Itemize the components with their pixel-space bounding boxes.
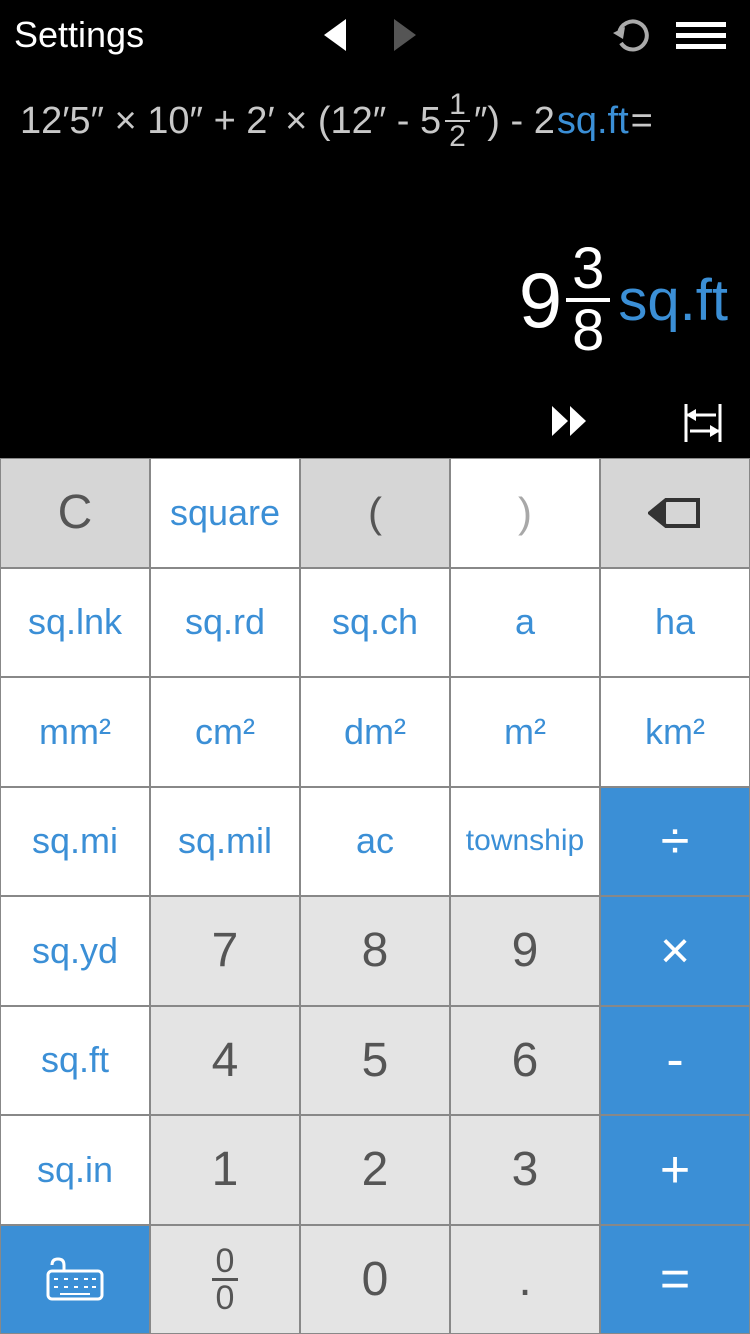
key-5[interactable]: 5 <box>300 1006 450 1116</box>
key-ha[interactable]: ha <box>600 568 750 678</box>
settings-button[interactable]: Settings <box>14 14 144 56</box>
key-equals[interactable]: = <box>600 1225 750 1334</box>
key-dot[interactable]: . <box>450 1225 600 1334</box>
key-sqch[interactable]: sq.ch <box>300 568 450 678</box>
expression: 12′5″ × 10″ + 2′ × (12″ - 5 1 2 ″) - 2 s… <box>20 90 730 152</box>
swap-button[interactable] <box>680 404 726 442</box>
triangle-left-icon <box>324 19 346 51</box>
key-sqrd[interactable]: sq.rd <box>150 568 300 678</box>
key-clear[interactable]: C <box>0 458 150 568</box>
expr-frac-num: 1 <box>445 90 470 122</box>
result: 9 3 8 sq.ft <box>519 240 728 360</box>
key-fraction[interactable]: 0 0 <box>150 1225 300 1334</box>
hamburger-icon <box>676 20 726 50</box>
key-sqin[interactable]: sq.in <box>0 1115 150 1225</box>
key-sqlnk[interactable]: sq.lnk <box>0 568 150 678</box>
key-km2[interactable]: km² <box>600 677 750 787</box>
expr-part2: ″) - 2 <box>474 100 555 143</box>
result-unit: sq.ft <box>618 267 728 334</box>
key-a[interactable]: a <box>450 568 600 678</box>
key-plus[interactable]: + <box>600 1115 750 1225</box>
result-frac-num: 3 <box>566 240 610 302</box>
backspace-icon <box>648 496 702 530</box>
key-township[interactable]: township <box>450 787 600 897</box>
key-dm2[interactable]: dm² <box>300 677 450 787</box>
key-left-paren[interactable]: ( <box>300 458 450 568</box>
key-sqft[interactable]: sq.ft <box>0 1006 150 1116</box>
keyboard-icon <box>46 1257 104 1301</box>
expr-fraction: 1 2 <box>445 90 470 152</box>
calculator-app: Settings 12′5″ × 10″ + 2′ × (12″ - 5 <box>0 0 750 1334</box>
key-minus[interactable]: - <box>600 1006 750 1116</box>
expr-frac-den: 2 <box>445 122 470 152</box>
fraction-icon: 0 0 <box>212 1244 239 1315</box>
keypad: C square ( ) sq.lnk sq.rd sq.ch a ha mm²… <box>0 458 750 1334</box>
expr-part1: 12′5″ × 10″ + 2′ × (12″ - 5 <box>20 100 441 143</box>
topbar: Settings <box>0 0 750 70</box>
key-mm2[interactable]: mm² <box>0 677 150 787</box>
result-whole: 9 <box>519 255 562 346</box>
key-keyboard[interactable] <box>0 1225 150 1334</box>
key-9[interactable]: 9 <box>450 896 600 1006</box>
expr-unit: sq.ft <box>557 100 629 143</box>
key-multiply[interactable]: × <box>600 896 750 1006</box>
key-8[interactable]: 8 <box>300 896 450 1006</box>
key-right-paren[interactable]: ) <box>450 458 600 568</box>
key-0[interactable]: 0 <box>300 1225 450 1334</box>
undo-icon <box>609 13 653 57</box>
result-frac-den: 8 <box>566 302 610 360</box>
nav-right-button[interactable] <box>370 19 440 51</box>
key-square[interactable]: square <box>150 458 300 568</box>
key-divide[interactable]: ÷ <box>600 787 750 897</box>
key-sqyd[interactable]: sq.yd <box>0 896 150 1006</box>
key-cm2[interactable]: cm² <box>150 677 300 787</box>
frac-icon-bot: 0 <box>212 1281 239 1315</box>
key-7[interactable]: 7 <box>150 896 300 1006</box>
key-backspace[interactable] <box>600 458 750 568</box>
triangle-right-icon <box>394 19 416 51</box>
display-area: 12′5″ × 10″ + 2′ × (12″ - 5 1 2 ″) - 2 s… <box>0 70 750 458</box>
key-6[interactable]: 6 <box>450 1006 600 1116</box>
key-2[interactable]: 2 <box>300 1115 450 1225</box>
frac-icon-top: 0 <box>212 1244 239 1281</box>
key-sqmil[interactable]: sq.mil <box>150 787 300 897</box>
key-1[interactable]: 1 <box>150 1115 300 1225</box>
nav-left-button[interactable] <box>300 19 370 51</box>
menu-button[interactable] <box>666 20 736 50</box>
key-4[interactable]: 4 <box>150 1006 300 1116</box>
fast-forward-button[interactable] <box>550 404 590 442</box>
key-3[interactable]: 3 <box>450 1115 600 1225</box>
expr-part3: = <box>631 100 653 143</box>
undo-button[interactable] <box>596 13 666 57</box>
fast-forward-icon <box>550 404 590 438</box>
key-m2[interactable]: m² <box>450 677 600 787</box>
result-fraction: 3 8 <box>566 240 610 360</box>
swap-horizontal-icon <box>680 404 726 442</box>
key-sqmi[interactable]: sq.mi <box>0 787 150 897</box>
key-ac[interactable]: ac <box>300 787 450 897</box>
